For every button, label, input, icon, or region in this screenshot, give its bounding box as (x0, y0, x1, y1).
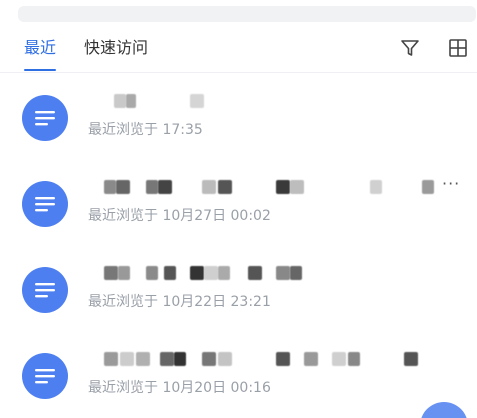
last-viewed-time: 最近浏览于 10月22日 23:21 (88, 294, 271, 310)
tab-bar: 最近 快速访问 (0, 26, 477, 74)
last-viewed-time: 最近浏览于 10月27日 00:02 (88, 208, 271, 224)
filter-icon (401, 40, 419, 56)
document-icon (22, 267, 68, 313)
tab-quick-access[interactable]: 快速访问 (84, 38, 148, 58)
file-title-redacted (100, 178, 440, 194)
file-title-redacted (100, 92, 440, 108)
document-icon (22, 95, 68, 141)
document-icon (22, 181, 68, 227)
last-viewed-time: 最近浏览于 17:35 (88, 122, 203, 138)
grid-view-button[interactable] (446, 36, 470, 60)
tab-divider (0, 72, 477, 73)
list-item[interactable]: ··· 最近浏览于 10月27日 00:02 (0, 172, 477, 242)
file-title-redacted (100, 264, 440, 280)
list-item[interactable]: 最近浏览于 17:35 (0, 86, 477, 156)
more-icon[interactable]: ··· (442, 174, 460, 193)
list-item[interactable]: 最近浏览于 10月20日 00:16 (0, 344, 477, 414)
last-viewed-time: 最近浏览于 10月20日 00:16 (88, 380, 271, 396)
search-bar-strip[interactable] (18, 6, 476, 22)
list-item[interactable]: 最近浏览于 10月22日 23:21 (0, 258, 477, 328)
file-title-redacted (100, 350, 440, 366)
tab-recent[interactable]: 最近 (24, 38, 57, 71)
document-icon (22, 353, 68, 399)
filter-button[interactable] (398, 36, 422, 60)
grid-icon (449, 39, 467, 57)
